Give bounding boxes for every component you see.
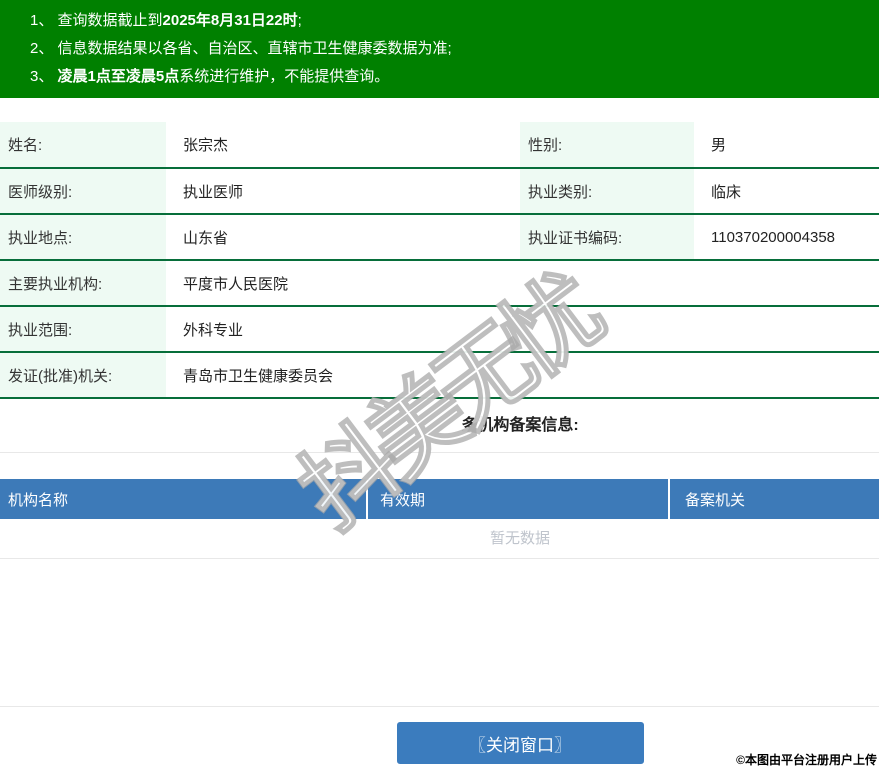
name-value: 张宗杰 bbox=[183, 137, 229, 154]
gender-value: 男 bbox=[711, 137, 727, 154]
table-row: 主要执业机构: 平度市人民医院 bbox=[0, 260, 879, 306]
notice-line-1-text: 1、 查询数据截止到 bbox=[30, 12, 163, 29]
practice-scope-label: 执业范围: bbox=[0, 306, 166, 352]
table-row: 执业范围: 外科专业 bbox=[0, 306, 879, 352]
table-row: 发证(批准)机关: 青岛市卫生健康委员会 bbox=[0, 352, 879, 398]
notice-line-3-text: 3、 bbox=[30, 68, 58, 85]
copyright-stamp: ©本图由平台注册用户上传 bbox=[736, 753, 877, 767]
notice-line-3-bold: 凌晨1点至凌晨5点 bbox=[57, 68, 180, 85]
doctor-level-label: 医师级别: bbox=[0, 168, 166, 214]
practice-category-value: 临床 bbox=[711, 183, 742, 201]
main-org-label: 主要执业机构: bbox=[0, 260, 166, 306]
table-row: 姓名: 张宗杰 性别: 男 bbox=[0, 122, 879, 168]
practice-scope-value: 外科专业 bbox=[183, 321, 244, 339]
doctor-level-value: 执业医师 bbox=[183, 183, 244, 201]
main-org-value: 平度市人民医院 bbox=[183, 275, 289, 293]
notice-line-3: 3、 凌晨1点至凌晨5点系统进行维护，不能提供查询。 bbox=[30, 66, 879, 87]
table-row: 医师级别: 执业医师 执业类别: 临床 bbox=[0, 168, 879, 214]
no-data-placeholder: 暂无数据 bbox=[0, 519, 879, 559]
name-label: 姓名: bbox=[0, 122, 166, 168]
table-row: 执业地点: 山东省 执业证书编码: 110370200004358 bbox=[0, 214, 879, 260]
practice-place-label: 执业地点: bbox=[0, 214, 166, 260]
gender-label: 性别: bbox=[520, 122, 694, 168]
page-content: 1、 查询数据截止到2025年8月31日22时; 2、 信息数据结果以各省、自治… bbox=[0, 0, 879, 764]
issuing-authority-label: 发证(批准)机关: bbox=[0, 352, 166, 398]
column-header-record-authority: 备案机关 bbox=[685, 491, 746, 509]
issuing-authority-value: 青岛市卫生健康委员会 bbox=[183, 367, 334, 385]
close-window-button[interactable]: 〖关闭窗口〗 bbox=[396, 722, 644, 764]
notice-line-3-tail: 系统进行维护，不能提供查询。 bbox=[179, 68, 390, 85]
notice-line-1-bold: 2025年8月31日22时 bbox=[162, 12, 298, 29]
practice-category-label: 执业类别: bbox=[520, 168, 694, 214]
multi-org-section-title: 多机构备案信息: bbox=[0, 399, 879, 453]
notice-line-1-tail: ; bbox=[297, 12, 302, 29]
certificate-number-label: 执业证书编码: bbox=[520, 214, 694, 260]
empty-area bbox=[0, 559, 879, 707]
notice-line-2: 2、 信息数据结果以各省、自治区、直辖市卫生健康委数据为准; bbox=[30, 38, 879, 59]
records-table-header: 机构名称 有效期 备案机关 bbox=[0, 479, 879, 519]
doctor-info-table: 姓名: 张宗杰 性别: 男 医师级别: 执业医师 执业类别: 临床 执业地点: … bbox=[0, 122, 879, 399]
practice-place-value: 山东省 bbox=[183, 229, 229, 247]
notice-line-2-text: 2、 信息数据结果以各省、自治区、直辖市卫生健康委数据为准; bbox=[30, 40, 452, 57]
notice-banner: 1、 查询数据截止到2025年8月31日22时; 2、 信息数据结果以各省、自治… bbox=[0, 0, 879, 98]
column-header-validity: 有效期 bbox=[380, 491, 426, 509]
column-header-org-name: 机构名称 bbox=[8, 491, 69, 509]
notice-line-1: 1、 查询数据截止到2025年8月31日22时; bbox=[30, 10, 879, 31]
certificate-number-value: 110370200004358 bbox=[711, 228, 836, 246]
